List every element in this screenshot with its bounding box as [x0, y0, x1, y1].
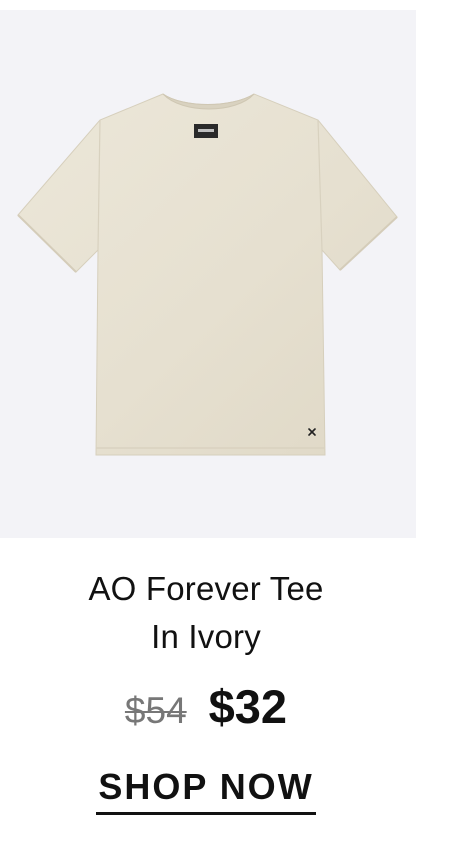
price-row: $54 $32: [0, 679, 412, 734]
original-price: $54: [124, 690, 187, 731]
product-title-line-1: AO Forever Tee: [88, 570, 324, 607]
tshirt-illustration: [17, 93, 398, 456]
product-image[interactable]: [0, 10, 416, 538]
product-title[interactable]: AO Forever Tee In Ivory: [0, 565, 412, 661]
brand-label-icon: [194, 124, 218, 138]
tshirt-body: [17, 93, 398, 456]
shop-now-button[interactable]: SHOP NOW: [96, 766, 316, 815]
sale-price: $32: [208, 680, 288, 733]
product-title-line-2: In Ivory: [151, 618, 261, 655]
